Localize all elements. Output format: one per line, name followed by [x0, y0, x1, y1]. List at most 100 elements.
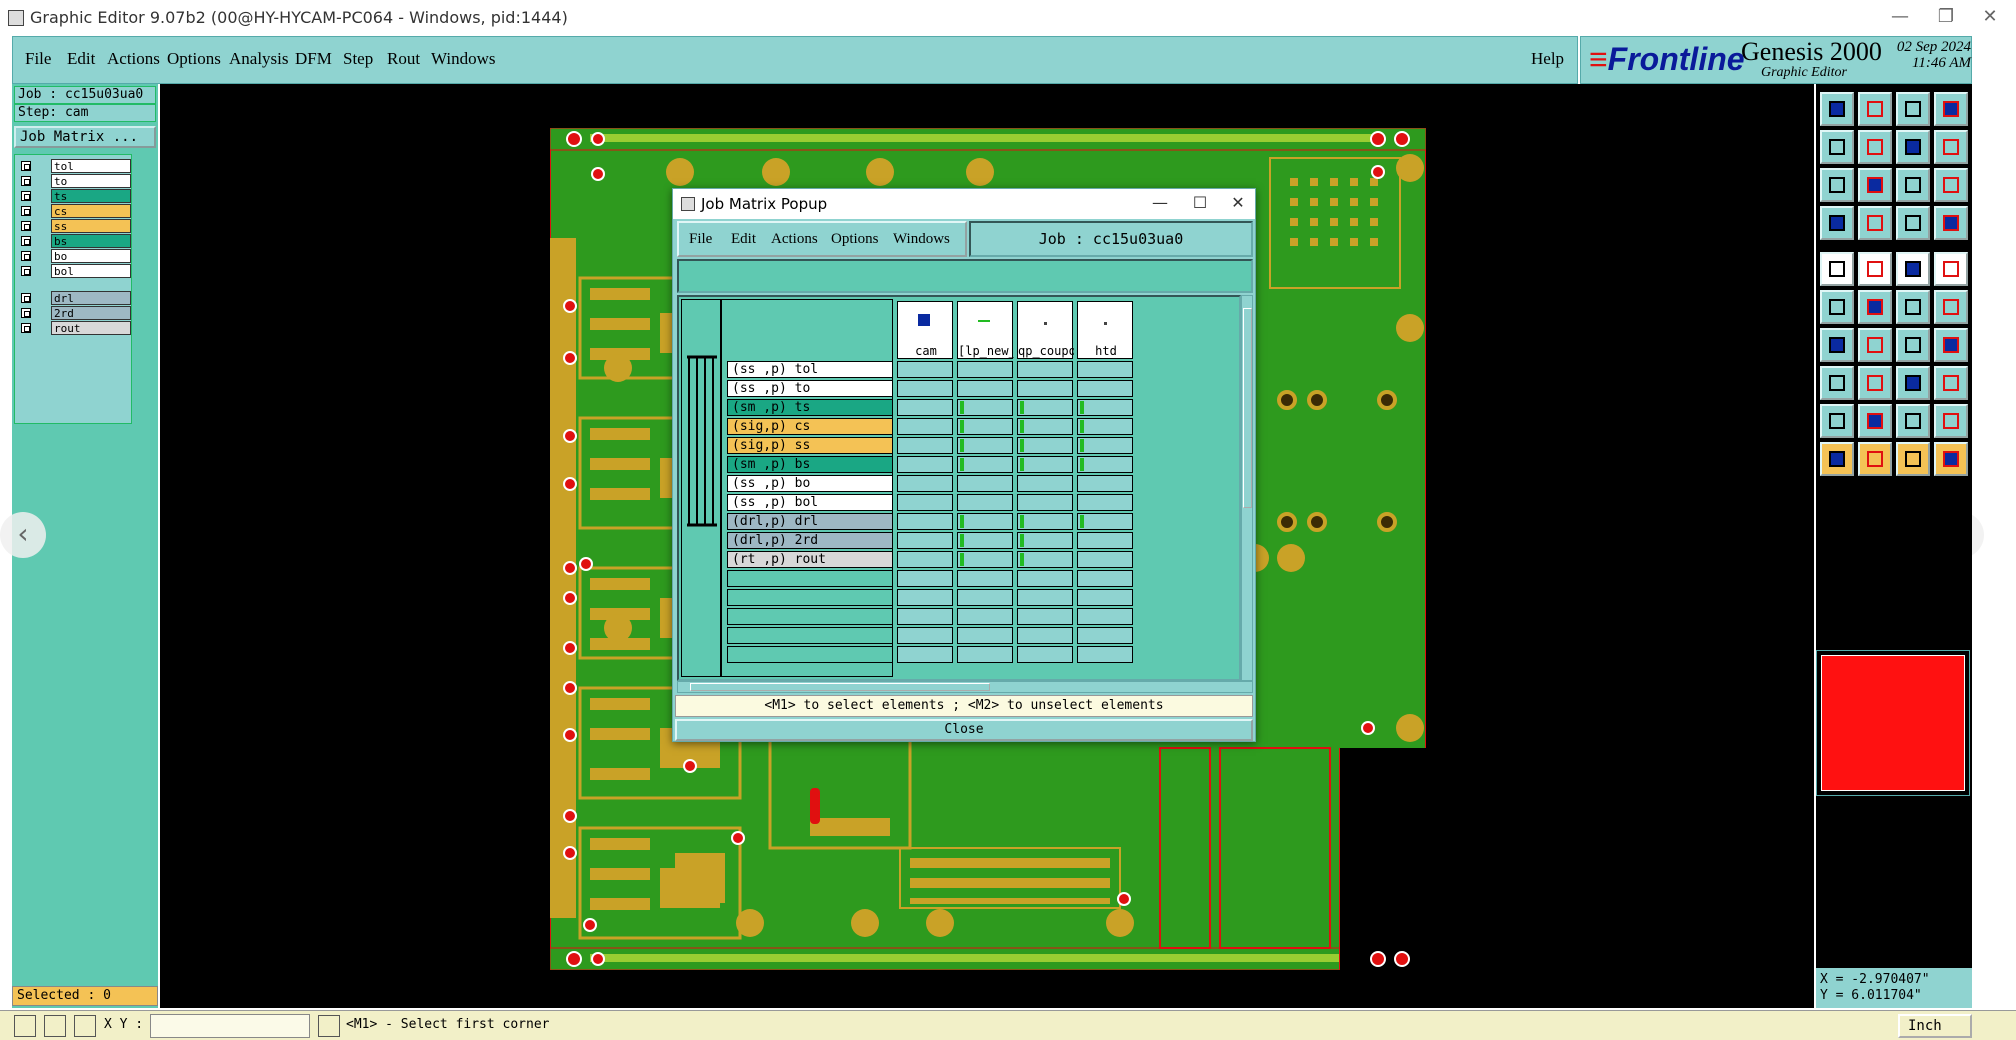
layer-name[interactable]: to: [51, 174, 131, 188]
matrix-grid[interactable]: cam [lp_new_] qp_coupo htd (ss ,p) tol (ss ,p…: [677, 295, 1241, 681]
copy-icon[interactable]: [1934, 366, 1968, 400]
matrix-cell[interactable]: [1017, 513, 1073, 530]
matrix-row-label[interactable]: (sm ,p) bs: [727, 456, 893, 473]
settings-icon[interactable]: [1820, 206, 1854, 240]
layer-name[interactable]: drl: [51, 291, 131, 305]
node-icon[interactable]: [1896, 290, 1930, 324]
matrix-cell[interactable]: [957, 513, 1013, 530]
minimize-button[interactable]: —: [1880, 6, 1920, 27]
matrix-cell[interactable]: [957, 475, 1013, 492]
layer-item-bol[interactable]: bol: [17, 264, 131, 278]
layer-name[interactable]: tol: [51, 159, 131, 173]
menu-rout[interactable]: Rout: [387, 49, 420, 69]
xy-input[interactable]: [150, 1014, 310, 1038]
layer-checkbox[interactable]: [21, 206, 31, 216]
measure-icon[interactable]: [44, 1015, 66, 1037]
menu-step[interactable]: Step: [343, 49, 373, 69]
matrix-row-label[interactable]: (sig,p) ss: [727, 437, 893, 454]
restore-button[interactable]: ❐: [1926, 6, 1966, 27]
edge-icon[interactable]: [1934, 290, 1968, 324]
matrix-cell[interactable]: [1077, 399, 1133, 416]
unit-selector[interactable]: Inch: [1898, 1014, 1972, 1038]
matrix-cell[interactable]: [897, 494, 953, 511]
vertical-scrollbar[interactable]: [1241, 295, 1253, 681]
step-column-2[interactable]: qp_coupo: [1017, 301, 1074, 359]
matrix-cell[interactable]: [897, 380, 953, 397]
matrix-cell[interactable]: [897, 551, 953, 568]
layer-name[interactable]: ss: [51, 219, 131, 233]
layer-name[interactable]: ts: [51, 189, 131, 203]
layer-item-rout[interactable]: rout: [17, 321, 131, 335]
matrix-cell[interactable]: [897, 418, 953, 435]
step-column-3[interactable]: htd: [1077, 301, 1133, 359]
home-icon[interactable]: [1896, 92, 1930, 126]
popup-close-button[interactable]: Close: [675, 719, 1253, 741]
menu-dfm[interactable]: DFM: [295, 49, 332, 69]
menu-edit[interactable]: Edit: [67, 49, 95, 69]
matrix-cell[interactable]: [1077, 437, 1133, 454]
highlight-icon[interactable]: [1896, 442, 1930, 476]
step-column-1[interactable]: [lp_new_]: [957, 301, 1014, 359]
triangle-icon[interactable]: [1820, 404, 1854, 438]
popup-menu-actions[interactable]: Actions: [771, 231, 818, 248]
slope-icon[interactable]: [1858, 328, 1892, 362]
menu-actions[interactable]: Actions: [107, 49, 160, 69]
matrix-cell[interactable]: [1017, 418, 1073, 435]
menu-options[interactable]: Options: [167, 49, 221, 69]
menu-windows[interactable]: Windows: [431, 49, 495, 69]
matrix-cell[interactable]: [957, 494, 1013, 511]
layer-checkbox[interactable]: [21, 266, 31, 276]
dot-icon[interactable]: [1934, 252, 1968, 286]
matrix-cell[interactable]: [1077, 513, 1133, 530]
layer-item-bo[interactable]: bo: [17, 249, 131, 263]
arc-icon[interactable]: [1896, 328, 1930, 362]
layer-item-ts[interactable]: ts: [17, 189, 131, 203]
matrix-cell[interactable]: [957, 437, 1013, 454]
menu-analysis[interactable]: Analysis: [229, 49, 289, 69]
matrix-row-label[interactable]: (drl,p) drl: [727, 513, 893, 530]
layer-checkbox[interactable]: [21, 236, 31, 246]
layer-item-2rd[interactable]: 2rd: [17, 306, 131, 320]
matrix-cell[interactable]: [897, 513, 953, 530]
matrix-row-label[interactable]: (rt ,p) rout: [727, 551, 893, 568]
grid-icon[interactable]: [74, 1015, 96, 1037]
job-matrix-button[interactable]: Job Matrix ...: [14, 126, 156, 148]
layer-name[interactable]: bo: [51, 249, 131, 263]
layer-item-cs[interactable]: cs: [17, 204, 131, 218]
minus-icon[interactable]: [1858, 366, 1892, 400]
popup-menu-edit[interactable]: Edit: [731, 231, 756, 248]
info-icon[interactable]: [318, 1015, 340, 1037]
layer-checkbox[interactable]: [21, 251, 31, 261]
matrix-cell[interactable]: [957, 551, 1013, 568]
arch-alt-icon[interactable]: [1934, 404, 1968, 438]
layer-item-tol[interactable]: tol: [17, 159, 131, 173]
pad-icon[interactable]: [1820, 252, 1854, 286]
layer-item-bs[interactable]: bs: [17, 234, 131, 248]
snap-icon[interactable]: [14, 1015, 36, 1037]
fit-icon[interactable]: [1820, 168, 1854, 202]
layer-item-ss[interactable]: ss: [17, 219, 131, 233]
vertical-scroll-thumb[interactable]: [1243, 308, 1252, 508]
matrix-cell[interactable]: [1077, 418, 1133, 435]
matrix-cell[interactable]: [1077, 361, 1133, 378]
matrix-cell[interactable]: [1017, 494, 1073, 511]
popup-menu-options[interactable]: Options: [831, 231, 879, 248]
matrix-cell[interactable]: [1017, 532, 1073, 549]
center-icon[interactable]: [1858, 168, 1892, 202]
matrix-cell[interactable]: [1017, 361, 1073, 378]
matrix-cell[interactable]: [1077, 475, 1133, 492]
matrix-row-label[interactable]: (sm ,p) ts: [727, 399, 893, 416]
matrix-cell[interactable]: [897, 456, 953, 473]
matrix-row-label[interactable]: (ss ,p) bol: [727, 494, 893, 511]
matrix-cell[interactable]: [957, 361, 1013, 378]
popup-close-x-button[interactable]: ✕: [1221, 193, 1255, 212]
matrix-cell[interactable]: [897, 399, 953, 416]
layer-checkbox[interactable]: [21, 161, 31, 171]
save-icon[interactable]: [1858, 92, 1892, 126]
layer-item-drl[interactable]: drl: [17, 291, 131, 305]
popup-minimize-button[interactable]: —: [1143, 193, 1177, 212]
popup-menu-windows[interactable]: Windows: [893, 231, 950, 248]
layer-name[interactable]: bs: [51, 234, 131, 248]
multi-select-icon[interactable]: [1934, 442, 1968, 476]
menu-help[interactable]: Help: [1531, 49, 1564, 69]
